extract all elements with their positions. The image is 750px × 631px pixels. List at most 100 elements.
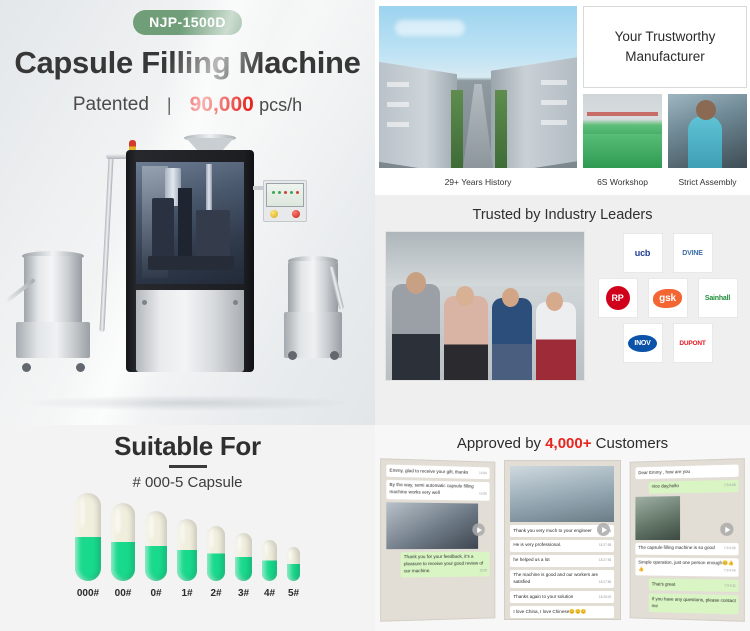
- chat-text: By the way, semi automatic capsule filli…: [389, 482, 474, 496]
- emergency-stop-button: [270, 210, 278, 218]
- hmi-screen: [266, 183, 304, 207]
- capsule-label: 5#: [287, 588, 300, 599]
- chat-timestamp: 14:54: [479, 470, 487, 475]
- factory-block: 29+ Years History Your Trustworthy Manuf…: [375, 0, 750, 195]
- title-underline: [168, 465, 207, 468]
- machine-internal-part: [178, 188, 192, 262]
- chat-bubble: That's great 7:9:4:11: [648, 578, 739, 593]
- capsule-shape: [145, 511, 167, 581]
- trusted-block: Trusted by Industry Leaders ucb DVINE RP…: [375, 195, 750, 425]
- chat-timestamp: 15:00: [479, 568, 488, 573]
- rate-unit: pcs/h: [259, 95, 303, 115]
- chat-bubble: The machine is good and our workers are …: [510, 569, 615, 589]
- trust-column: Your Trustworthy Manufacturer 6S Worksho…: [583, 6, 747, 195]
- chat-image: [510, 466, 615, 522]
- chat-text: he helped us a lot: [513, 557, 550, 563]
- capsule-label: 0#: [150, 588, 162, 599]
- logo-row: RP gsk Sainhall: [595, 278, 740, 318]
- factory-aerial-photo: [379, 6, 577, 168]
- hero-section: NJP-1500D Capsule Filling Machine Patent…: [0, 0, 375, 425]
- client-logo-grid: ucb DVINE RP gsk Sainhall INOV DUPONT: [595, 231, 740, 381]
- chat-bubble: Thank you for your feedback, it's a plea…: [400, 551, 490, 578]
- capsule-item: 4#: [262, 540, 277, 599]
- chat-timestamp: 7:9:4:06: [723, 483, 736, 488]
- approved-prefix: Approved by: [456, 435, 546, 452]
- tree-row: [451, 90, 463, 168]
- chat-text: He is very professional.: [513, 542, 562, 548]
- capsule-shape: [207, 526, 225, 581]
- powder-tank: [6, 251, 92, 372]
- chat-bubble: Emmy, glad to receive your gift, thanks 1…: [386, 464, 490, 480]
- approved-suffix: Customers: [591, 435, 669, 452]
- capsule-label: 000#: [76, 588, 100, 599]
- chat-timestamp: 18:27:55: [598, 543, 612, 548]
- client-logo-gsk: gsk: [647, 278, 688, 318]
- workshop-photo: [583, 94, 662, 168]
- client-logo-inov-pharma: INOV: [622, 323, 663, 363]
- client-logo-ucb: ucb: [622, 233, 663, 273]
- chat-text: Thank you very much to your engineer: [513, 527, 592, 533]
- chat-text: That's great: [651, 581, 675, 587]
- power-button: [292, 210, 300, 218]
- capsule-shape: [235, 533, 252, 581]
- chat-text: The machine is good and our workers are …: [513, 572, 599, 585]
- chat-timestamp: 14:55: [479, 492, 487, 497]
- logo-row: INOV DUPONT: [595, 323, 740, 363]
- chat-timestamp: 7:9:4:11: [723, 583, 736, 588]
- client-logo-rp: RP: [597, 278, 638, 318]
- play-icon[interactable]: [720, 522, 734, 536]
- chat-bubble: he helped us a lot 18:27:56: [510, 554, 615, 567]
- machine-photo: [0, 134, 375, 425]
- hero-subtitle: Patented | 90,000 pcs/h: [0, 93, 375, 117]
- capsule-shape: [75, 493, 101, 581]
- patented-label: Patented: [72, 94, 149, 115]
- capsule-label: 4#: [263, 588, 276, 599]
- capsule-shape: [177, 519, 197, 581]
- chat-text: If you have any questions, please contac…: [651, 596, 736, 608]
- testimonial-screenshots: Emmy, glad to receive your gift, thanks 1…: [375, 458, 750, 622]
- caster-icon: [330, 351, 339, 360]
- chat-bubble: If you have any questions, please contac…: [648, 593, 739, 615]
- chat-text: Thanks again to your solution: [513, 593, 574, 599]
- testimonials-section: Approved by 4,000+ Customers Emmy, glad …: [375, 425, 750, 631]
- capsule-item: 2#: [207, 526, 225, 599]
- client-logo-dvine: DVINE: [672, 233, 713, 273]
- tree-row: [495, 90, 507, 168]
- thumbnail-caption: 6S Workshop: [597, 177, 648, 187]
- chat-bubble: The capsule filling machine is so good 7:…: [635, 542, 739, 555]
- chat-timestamp: 18:28:00: [598, 594, 612, 599]
- factory-building-left: [379, 61, 457, 168]
- company-section: 29+ Years History Your Trustworthy Manuf…: [375, 0, 750, 425]
- tank-cart: [16, 322, 90, 358]
- thumbnail-item: 6S Workshop: [583, 94, 662, 187]
- chat-bubble: Dear Emmy , how are you: [635, 464, 739, 480]
- chat-bubble: Simple operation, just one person enough…: [635, 557, 739, 578]
- model-badge: NJP-1500D: [133, 10, 242, 35]
- product-page: NJP-1500D Capsule Filling Machine Patent…: [0, 0, 750, 631]
- chat-text: I love China, I love Chinese😊😊😊: [513, 608, 587, 614]
- page-title: Capsule Filling Machine: [14, 45, 361, 80]
- chat-timestamp: 7:9:4:06: [723, 546, 736, 551]
- chat-text: Dear Emmy , how are you: [637, 468, 690, 475]
- capsule-item: 000#: [75, 493, 101, 599]
- play-icon[interactable]: [596, 523, 610, 536]
- factory-thumbnails: 6S Workshop Strict Assembly: [583, 94, 747, 187]
- chat-timestamp: 7:9:4:09: [723, 568, 736, 573]
- team-photo: [385, 231, 585, 381]
- capsule-item: 3#: [235, 533, 252, 599]
- factory-road: [463, 84, 493, 168]
- rate-value: 90,000: [189, 93, 254, 116]
- subtitle-divider: |: [166, 94, 172, 115]
- machine-internal-part: [152, 198, 174, 262]
- suitable-title: Suitable For: [114, 431, 261, 461]
- machine-pipe: [99, 155, 114, 333]
- machine-base: [136, 290, 244, 372]
- chat-bubble: Thanks again to your solution 18:28:00: [510, 591, 615, 604]
- chat-bubble: By the way, semi automatic capsule filli…: [386, 479, 490, 501]
- chat-text: nice day,hello: [651, 483, 679, 490]
- capsule-shape: [111, 503, 135, 581]
- cloud-shape: [395, 20, 465, 36]
- play-icon[interactable]: [472, 523, 486, 537]
- machine-shadow: [20, 395, 355, 411]
- assembly-photo: [668, 94, 747, 168]
